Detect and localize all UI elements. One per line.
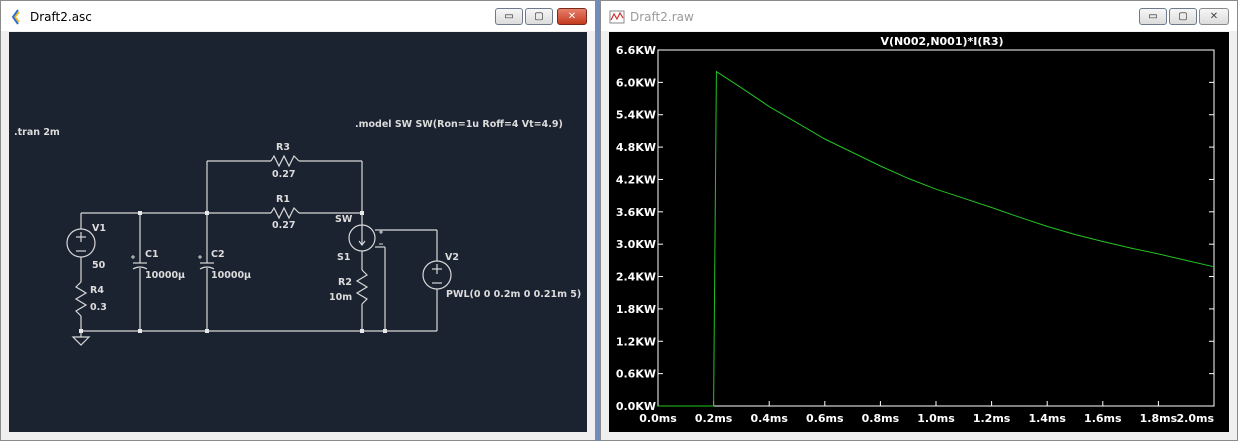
r2-label: R2: [338, 277, 352, 288]
schematic-titlebar[interactable]: Draft2.asc ▭ ▢ ✕: [1, 1, 595, 31]
minimize-button[interactable]: ▭: [495, 8, 523, 25]
waveform-window[interactable]: Draft2.raw ▭ ▢ ✕ V(N002,N001)*I(R3) 0.0K…: [600, 0, 1238, 441]
junction-dot: [138, 211, 142, 215]
x-tick-label[interactable]: 0.2ms: [695, 412, 733, 425]
r2-value: 10m: [329, 292, 352, 303]
y-tick-label[interactable]: 2.4KW: [616, 271, 656, 284]
y-tick-label[interactable]: 5.4KW: [616, 109, 656, 122]
x-tick-label[interactable]: 0.8ms: [862, 412, 900, 425]
r1-value: 0.27: [272, 220, 295, 231]
r3-resistor: [270, 154, 300, 168]
x-tick-label[interactable]: 1.4ms: [1028, 412, 1066, 425]
ground-symbol: [71, 336, 91, 346]
maximize-button[interactable]: ▢: [525, 8, 553, 25]
y-tick-label[interactable]: 4.8KW: [616, 141, 656, 154]
tran-directive[interactable]: .tran 2m: [14, 127, 60, 138]
junction-dot: [360, 211, 364, 215]
v2-label: V2: [445, 252, 459, 263]
schematic-window[interactable]: Draft2.asc ▭ ▢ ✕ .tran 2m .model SW SW(R…: [0, 0, 596, 441]
close-button[interactable]: ✕: [557, 8, 587, 25]
r3-value: 0.27: [272, 169, 295, 180]
r3-label: R3: [276, 142, 290, 153]
r2-resistor: [355, 269, 369, 305]
junction-dot: [205, 329, 209, 333]
minimize-button[interactable]: ▭: [1139, 8, 1167, 25]
x-tick-label[interactable]: 1.6ms: [1084, 412, 1122, 425]
schematic-window-title: Draft2.asc: [30, 10, 92, 24]
waveform-titlebar[interactable]: Draft2.raw ▭ ▢ ✕: [601, 1, 1237, 31]
ltspice-icon: [11, 9, 20, 25]
s1-model: SW: [335, 214, 353, 225]
c1-label: C1: [145, 249, 159, 260]
v1-value: 50: [92, 260, 106, 271]
schematic-canvas[interactable]: .tran 2m .model SW SW(Ron=1u Roff=4 Vt=4…: [9, 32, 587, 432]
r1-resistor: [270, 206, 300, 220]
close-button[interactable]: ✕: [1199, 8, 1229, 25]
trace-line: [658, 70, 1215, 407]
trace-title[interactable]: V(N002,N001)*I(R3): [880, 35, 1003, 48]
y-tick-label[interactable]: 6.6KW: [616, 44, 656, 57]
plot-frame: [657, 49, 1215, 407]
x-tick-label[interactable]: 1.8ms: [1140, 412, 1178, 425]
x-tick-label[interactable]: 2.0ms: [1177, 412, 1215, 425]
s1-label: S1: [337, 252, 350, 263]
x-tick-label[interactable]: 1.2ms: [973, 412, 1011, 425]
r4-resistor: [74, 281, 88, 317]
y-tick-label[interactable]: 3.6KW: [616, 206, 656, 219]
plot-pane[interactable]: V(N002,N001)*I(R3) 0.0KW 0.6KW 1.2KW 1.8KW 2…: [609, 32, 1229, 432]
v1-label: V1: [92, 223, 106, 234]
waveform-plot[interactable]: V(N002,N001)*I(R3) 0.0KW0.6KW1.2KW1.8KW2…: [609, 32, 1231, 434]
c2-label: C2: [211, 249, 225, 260]
maximize-button[interactable]: ▢: [1169, 8, 1197, 25]
c1-value: 10000µ: [145, 270, 185, 281]
junction-dot: [383, 329, 387, 333]
x-tick-label[interactable]: 0.6ms: [806, 412, 844, 425]
x-tick-label[interactable]: 1.0ms: [917, 412, 955, 425]
junction-dot: [205, 211, 209, 215]
y-tick-label[interactable]: 1.8KW: [616, 303, 656, 316]
waveform-icon: [609, 10, 625, 24]
c2-value: 10000µ: [211, 270, 251, 281]
r4-label: R4: [90, 285, 104, 296]
junction-dot: [138, 329, 142, 333]
model-directive[interactable]: .model SW SW(Ron=1u Roff=4 Vt=4.9): [355, 119, 563, 130]
waveform-window-title: Draft2.raw: [630, 10, 694, 24]
v2-value: PWL(0 0 0.2m 0 0.21m 5): [446, 289, 581, 300]
junction-dot: [360, 329, 364, 333]
x-tick-label[interactable]: 0.4ms: [750, 412, 788, 425]
r4-value: 0.3: [90, 302, 107, 313]
junction-dot: [79, 329, 83, 333]
x-tick-label[interactable]: 0.0ms: [639, 412, 677, 425]
y-tick-label[interactable]: 6.0KW: [616, 76, 656, 89]
y-tick-label[interactable]: 1.2KW: [616, 335, 656, 348]
y-tick-label[interactable]: 0.6KW: [616, 368, 656, 381]
schematic-drawing: .tran 2m .model SW SW(Ron=1u Roff=4 Vt=4…: [14, 119, 581, 346]
y-tick-label[interactable]: 3.0KW: [616, 238, 656, 251]
r1-label: R1: [276, 194, 290, 205]
y-tick-label[interactable]: 4.2KW: [616, 173, 656, 186]
